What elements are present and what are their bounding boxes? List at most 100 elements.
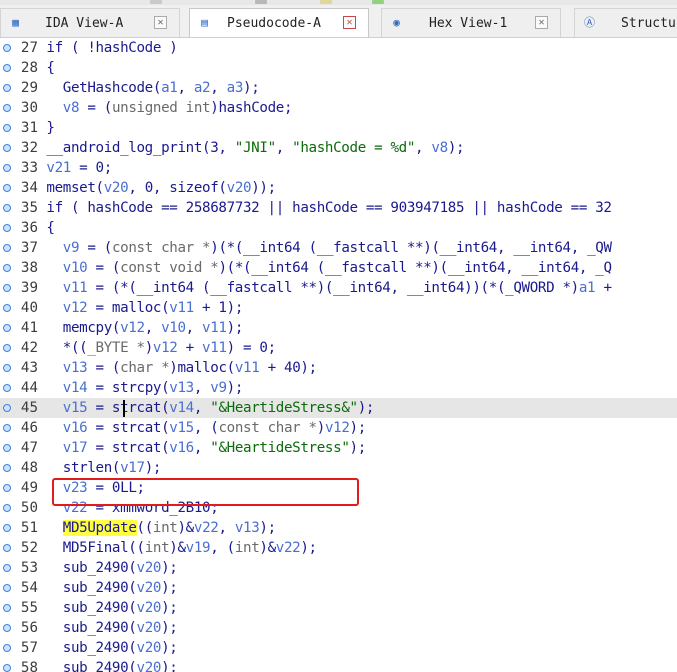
breakpoint-dot-icon[interactable] bbox=[3, 564, 11, 572]
code-line[interactable]: 51 MD5Update((int)&v22, v13); bbox=[0, 518, 677, 538]
code-text[interactable]: v15 = strcat(v14, "&HeartideStress&"); bbox=[30, 398, 375, 418]
code-text[interactable]: v9 = (const char *)(*(__int64 (__fastcal… bbox=[30, 238, 612, 258]
pseudocode-view[interactable]: 27 if ( !hashCode ) 28 {29 GetHashcode(a1… bbox=[0, 38, 677, 672]
breakpoint-dot-icon[interactable] bbox=[3, 264, 11, 272]
code-line[interactable]: 29 GetHashcode(a1, a2, a3); bbox=[0, 78, 677, 98]
code-text[interactable]: if ( hashCode == 258687732 || hashCode =… bbox=[30, 198, 612, 218]
breakpoint-dot-icon[interactable] bbox=[3, 184, 11, 192]
code-line[interactable]: 47 v17 = strcat(v16, "&HeartideStress"); bbox=[0, 438, 677, 458]
code-line[interactable]: 30 v8 = (unsigned int)hashCode; bbox=[0, 98, 677, 118]
breakpoint-dot-icon[interactable] bbox=[3, 104, 11, 112]
breakpoint-dot-icon[interactable] bbox=[3, 504, 11, 512]
code-line[interactable]: 53 sub_2490(v20); bbox=[0, 558, 677, 578]
close-icon[interactable]: ✕ bbox=[535, 16, 548, 29]
code-line[interactable]: 54 sub_2490(v20); bbox=[0, 578, 677, 598]
tab-hex-view-1[interactable]: ◉ Hex View-1 ✕ bbox=[381, 8, 561, 37]
breakpoint-dot-icon[interactable] bbox=[3, 84, 11, 92]
breakpoint-dot-icon[interactable] bbox=[3, 344, 11, 352]
breakpoint-dot-icon[interactable] bbox=[3, 224, 11, 232]
code-text[interactable]: } bbox=[30, 118, 55, 138]
code-text[interactable]: v16 = strcat(v15, (const char *)v12); bbox=[30, 418, 366, 438]
breakpoint-dot-icon[interactable] bbox=[3, 64, 11, 72]
code-text[interactable]: { bbox=[30, 58, 55, 78]
breakpoint-dot-icon[interactable] bbox=[3, 284, 11, 292]
code-line[interactable]: 36 { bbox=[0, 218, 677, 238]
tab-ida-view-a[interactable]: ▦ IDA View-A ✕ bbox=[0, 8, 180, 37]
breakpoint-dot-icon[interactable] bbox=[3, 204, 11, 212]
breakpoint-dot-icon[interactable] bbox=[3, 604, 11, 612]
code-text[interactable]: MD5Update((int)&v22, v13); bbox=[30, 518, 276, 538]
tab-pseudocode-a[interactable]: ▤ Pseudocode-A ✕ bbox=[189, 8, 369, 37]
code-text[interactable]: strlen(v17); bbox=[30, 458, 162, 478]
breakpoint-dot-icon[interactable] bbox=[3, 44, 11, 52]
code-text[interactable]: v10 = (const void *)(*(__int64 (__fastca… bbox=[30, 258, 612, 278]
close-icon[interactable]: ✕ bbox=[154, 16, 167, 29]
code-text[interactable]: memcpy(v12, v10, v11); bbox=[30, 318, 244, 338]
breakpoint-dot-icon[interactable] bbox=[3, 484, 11, 492]
code-line[interactable]: 56 sub_2490(v20); bbox=[0, 618, 677, 638]
code-text[interactable]: sub_2490(v20); bbox=[30, 558, 178, 578]
code-line[interactable]: 52 MD5Final((int)&v19, (int)&v22); bbox=[0, 538, 677, 558]
breakpoint-dot-icon[interactable] bbox=[3, 244, 11, 252]
breakpoint-dot-icon[interactable] bbox=[3, 524, 11, 532]
code-text[interactable]: MD5Final((int)&v19, (int)&v22); bbox=[30, 538, 317, 558]
breakpoint-dot-icon[interactable] bbox=[3, 324, 11, 332]
code-text[interactable]: { bbox=[30, 218, 55, 238]
code-line[interactable]: 46 v16 = strcat(v15, (const char *)v12); bbox=[0, 418, 677, 438]
code-line[interactable]: 42 *((_BYTE *)v12 + v11) = 0; bbox=[0, 338, 677, 358]
code-line[interactable]: 55 sub_2490(v20); bbox=[0, 598, 677, 618]
code-line[interactable]: 58 sub_2490(v20); bbox=[0, 658, 677, 672]
breakpoint-dot-icon[interactable] bbox=[3, 584, 11, 592]
code-line[interactable]: 27 if ( !hashCode ) bbox=[0, 38, 677, 58]
breakpoint-dot-icon[interactable] bbox=[3, 164, 11, 172]
code-text[interactable]: __android_log_print(3, "JNI", "hashCode … bbox=[30, 138, 464, 158]
code-line[interactable]: 32 __android_log_print(3, "JNI", "hashCo… bbox=[0, 138, 677, 158]
code-line[interactable]: 43 v13 = (char *)malloc(v11 + 40); bbox=[0, 358, 677, 378]
code-line[interactable]: 37 v9 = (const char *)(*(__int64 (__fast… bbox=[0, 238, 677, 258]
code-text[interactable]: sub_2490(v20); bbox=[30, 618, 178, 638]
breakpoint-dot-icon[interactable] bbox=[3, 664, 11, 672]
breakpoint-dot-icon[interactable] bbox=[3, 304, 11, 312]
code-text[interactable]: v17 = strcat(v16, "&HeartideStress"); bbox=[30, 438, 366, 458]
code-line[interactable]: 35 if ( hashCode == 258687732 || hashCod… bbox=[0, 198, 677, 218]
code-text[interactable]: sub_2490(v20); bbox=[30, 578, 178, 598]
breakpoint-dot-icon[interactable] bbox=[3, 124, 11, 132]
code-line[interactable]: 44 v14 = strcpy(v13, v9); bbox=[0, 378, 677, 398]
code-line[interactable]: 31 } bbox=[0, 118, 677, 138]
code-line[interactable]: 33 v21 = 0; bbox=[0, 158, 677, 178]
breakpoint-dot-icon[interactable] bbox=[3, 624, 11, 632]
code-line[interactable]: 45 v15 = strcat(v14, "&HeartideStress&")… bbox=[0, 398, 677, 418]
breakpoint-dot-icon[interactable] bbox=[3, 464, 11, 472]
breakpoint-dot-icon[interactable] bbox=[3, 544, 11, 552]
breakpoint-dot-icon[interactable] bbox=[3, 144, 11, 152]
code-text[interactable]: sub_2490(v20); bbox=[30, 598, 178, 618]
breakpoint-dot-icon[interactable] bbox=[3, 364, 11, 372]
code-text[interactable]: sub_2490(v20); bbox=[30, 658, 178, 672]
code-text[interactable]: v11 = (*(__int64 (__fastcall **)(__int64… bbox=[30, 278, 620, 298]
breakpoint-dot-icon[interactable] bbox=[3, 384, 11, 392]
code-text[interactable]: if ( !hashCode ) bbox=[30, 38, 177, 58]
code-text[interactable]: v14 = strcpy(v13, v9); bbox=[30, 378, 244, 398]
code-text[interactable]: v12 = malloc(v11 + 1); bbox=[30, 298, 244, 318]
code-line[interactable]: 34 memset(v20, 0, sizeof(v20)); bbox=[0, 178, 677, 198]
code-text[interactable]: GetHashcode(a1, a2, a3); bbox=[30, 78, 260, 98]
code-text[interactable]: v13 = (char *)malloc(v11 + 40); bbox=[30, 358, 317, 378]
code-text[interactable]: v21 = 0; bbox=[30, 158, 112, 178]
breakpoint-dot-icon[interactable] bbox=[3, 424, 11, 432]
tab-structures[interactable]: Ⓐ Structur bbox=[574, 8, 677, 37]
code-line[interactable]: 57 sub_2490(v20); bbox=[0, 638, 677, 658]
code-line[interactable]: 38 v10 = (const void *)(*(__int64 (__fas… bbox=[0, 258, 677, 278]
code-line[interactable]: 41 memcpy(v12, v10, v11); bbox=[0, 318, 677, 338]
code-text[interactable]: memset(v20, 0, sizeof(v20)); bbox=[30, 178, 276, 198]
close-icon[interactable]: ✕ bbox=[343, 16, 356, 29]
code-line[interactable]: 28 { bbox=[0, 58, 677, 78]
breakpoint-dot-icon[interactable] bbox=[3, 404, 11, 412]
code-line[interactable]: 48 strlen(v17); bbox=[0, 458, 677, 478]
breakpoint-dot-icon[interactable] bbox=[3, 644, 11, 652]
code-text[interactable]: sub_2490(v20); bbox=[30, 638, 178, 658]
breakpoint-dot-icon[interactable] bbox=[3, 444, 11, 452]
code-line[interactable]: 39 v11 = (*(__int64 (__fastcall **)(__in… bbox=[0, 278, 677, 298]
code-text[interactable]: v8 = (unsigned int)hashCode; bbox=[30, 98, 293, 118]
code-text[interactable]: *((_BYTE *)v12 + v11) = 0; bbox=[30, 338, 276, 358]
code-line[interactable]: 40 v12 = malloc(v11 + 1); bbox=[0, 298, 677, 318]
